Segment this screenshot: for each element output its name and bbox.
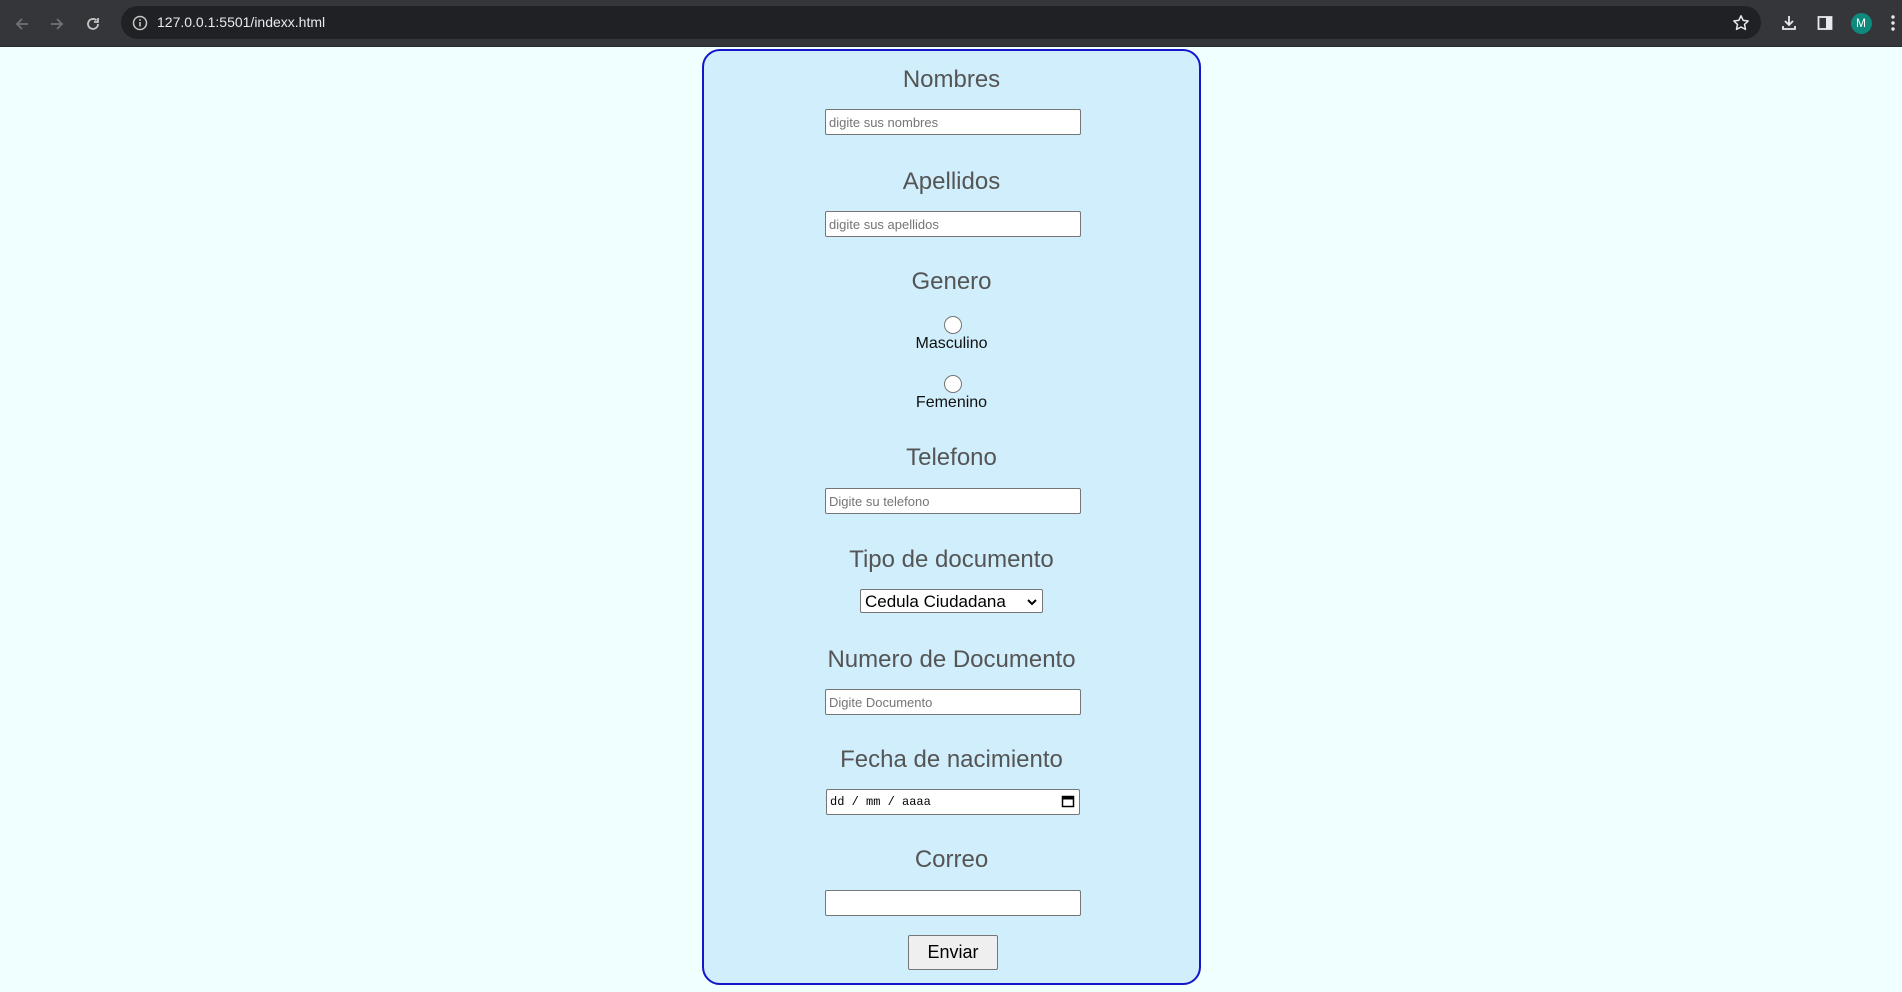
address-bar[interactable]: 127.0.0.1:5501/indexx.html [121,6,1761,39]
nombres-input[interactable] [825,109,1081,135]
kebab-menu-icon [1891,15,1895,31]
date-placeholder: dd / mm / aaaa [830,795,931,809]
correo-label: Correo [914,846,989,873]
tipo-documento-label: Tipo de documento [849,546,1054,573]
url-host: 127.0.0.1 [157,14,216,30]
radio-masculino[interactable] [944,316,962,334]
downloads-button[interactable] [1775,9,1803,37]
apellidos-label: Apellidos [902,168,1001,195]
fecha-nacimiento-label: Fecha de nacimiento [840,746,1063,773]
back-button[interactable] [8,10,36,38]
enviar-button[interactable]: Enviar [908,935,998,970]
numero-documento-label: Numero de Documento [827,646,1076,673]
numero-documento-input[interactable] [825,689,1081,715]
tipo-documento-select[interactable]: Cedula Ciudadana [860,589,1043,613]
correo-input[interactable] [825,890,1081,916]
bookmark-star-icon[interactable] [1730,12,1751,33]
telefono-label: Telefono [906,444,997,471]
forward-arrow-icon [51,18,64,30]
side-panel-icon [1817,16,1833,30]
browser-toolbar: 127.0.0.1:5501/indexx.html M [0,0,1902,47]
fecha-nacimiento-input[interactable]: dd / mm / aaaa [826,789,1080,815]
apellidos-input[interactable] [825,211,1081,237]
nombres-label: Nombres [902,66,1001,93]
url-text[interactable]: 127.0.0.1:5501/indexx.html [157,14,325,30]
reload-button[interactable] [79,10,107,38]
masculino-label: Masculino [915,335,988,352]
download-icon [1782,16,1796,30]
url-path: :5501/indexx.html [215,14,326,30]
back-arrow-icon [15,18,28,30]
radio-femenino[interactable] [944,375,962,393]
profile-button[interactable]: M [1847,9,1875,37]
registration-form: Nombres Apellidos Genero Masculino Femen… [702,49,1201,985]
chevron-down-icon [1026,595,1038,613]
femenino-label: Femenino [915,394,988,411]
forward-button[interactable] [43,10,71,38]
genero-label: Genero [911,268,992,295]
telefono-input[interactable] [825,488,1081,514]
tipo-documento-selected: Cedula Ciudadana [865,592,1006,611]
calendar-icon[interactable] [1061,794,1075,813]
site-info-icon[interactable] [129,12,150,33]
menu-button[interactable] [1884,9,1902,37]
avatar: M [1850,12,1872,34]
side-panel-button[interactable] [1811,9,1839,37]
reload-icon [87,18,99,30]
